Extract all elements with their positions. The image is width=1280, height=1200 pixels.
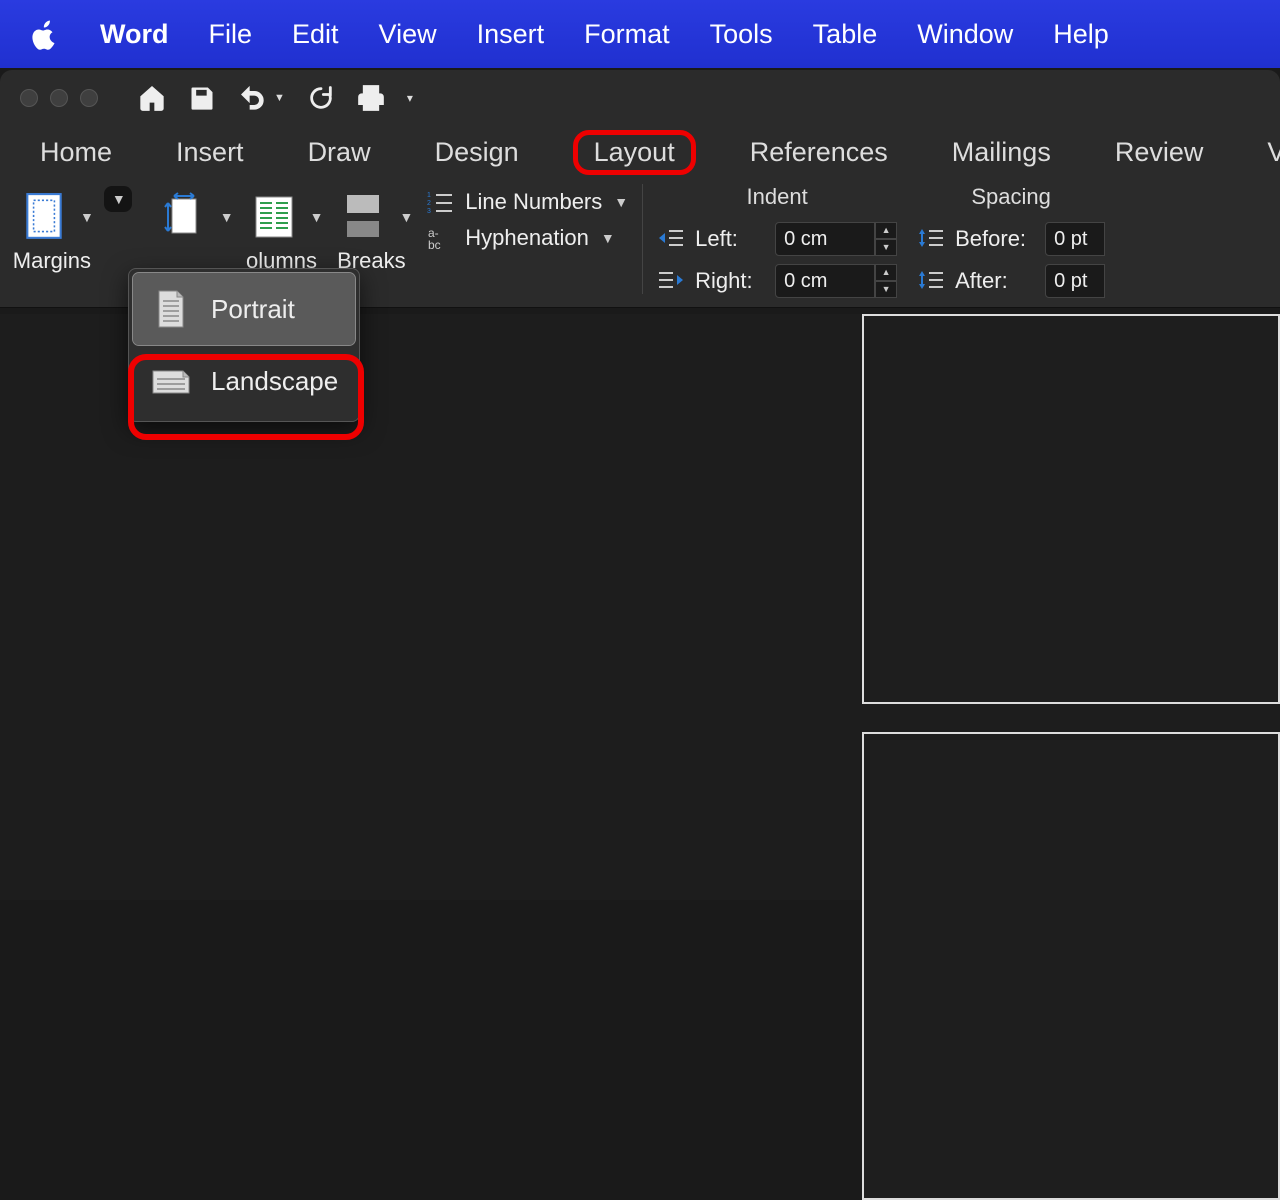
hyphenation-label: Hyphenation xyxy=(465,225,589,251)
tab-design[interactable]: Design xyxy=(425,133,529,172)
spacing-before-icon xyxy=(917,227,945,251)
menubar-app[interactable]: Word xyxy=(100,19,169,50)
ribbon-separator xyxy=(642,184,643,294)
orientation-landscape-item[interactable]: Landscape xyxy=(133,345,355,417)
indent-right-up[interactable]: ▲ xyxy=(875,264,897,281)
menubar-edit[interactable]: Edit xyxy=(292,19,339,50)
breaks-icon xyxy=(337,190,389,244)
indent-right-input[interactable]: ▲▼ xyxy=(775,264,897,298)
tab-home[interactable]: Home xyxy=(30,133,122,172)
minimize-window-icon[interactable] xyxy=(50,89,68,107)
menubar-help[interactable]: Help xyxy=(1053,19,1109,50)
indent-right-icon xyxy=(657,269,685,293)
line-numbers-dropdown-icon[interactable]: ▼ xyxy=(614,194,628,210)
zoom-window-icon[interactable] xyxy=(80,89,98,107)
indent-left-label: Left: xyxy=(695,226,765,252)
apple-logo-icon[interactable] xyxy=(30,16,60,52)
spacing-title: Spacing xyxy=(917,184,1105,210)
macos-menubar: Word File Edit View Insert Format Tools … xyxy=(0,0,1280,68)
orientation-landscape-label: Landscape xyxy=(211,366,338,397)
document-page-1[interactable] xyxy=(862,314,1280,704)
indent-left-input[interactable]: ▲▼ xyxy=(775,222,897,256)
paragraph-group: Indent Left: ▲▼ Right: ▲▼ Spacing xyxy=(657,184,1105,298)
repeat-icon[interactable] xyxy=(307,84,335,112)
breaks-dropdown-icon[interactable]: ▼ xyxy=(399,209,413,225)
line-numbers-button[interactable]: 123 Line Numbers ▼ xyxy=(425,188,628,216)
columns-button[interactable] xyxy=(240,186,308,248)
indent-left-up[interactable]: ▲ xyxy=(875,222,897,239)
orientation-portrait-item[interactable]: Portrait xyxy=(133,273,355,345)
menubar-window[interactable]: Window xyxy=(917,19,1013,50)
customize-qat-icon[interactable]: ▾ xyxy=(407,91,413,105)
close-window-icon[interactable] xyxy=(20,89,38,107)
tab-review[interactable]: Review xyxy=(1105,133,1214,172)
menubar-file[interactable]: File xyxy=(209,19,253,50)
indent-left-down[interactable]: ▼ xyxy=(875,239,897,256)
svg-text:2: 2 xyxy=(427,200,431,207)
tab-mailings[interactable]: Mailings xyxy=(942,133,1061,172)
indent-left-field[interactable] xyxy=(775,222,875,256)
orientation-button[interactable]: ▼ xyxy=(104,186,132,212)
indent-right-label: Right: xyxy=(695,268,765,294)
portrait-page-icon xyxy=(149,287,193,331)
hyphenation-icon: a-bc xyxy=(425,224,455,252)
spacing-after-icon xyxy=(917,269,945,293)
hyphenation-button[interactable]: a-bc Hyphenation ▼ xyxy=(425,224,628,252)
indent-right-field[interactable] xyxy=(775,264,875,298)
spacing-after-field[interactable] xyxy=(1045,264,1105,298)
tab-insert[interactable]: Insert xyxy=(166,133,254,172)
spacing-before-label: Before: xyxy=(955,226,1035,252)
indent-title: Indent xyxy=(657,184,897,210)
tab-draw[interactable]: Draw xyxy=(298,133,381,172)
margins-dropdown-icon[interactable]: ▼ xyxy=(80,209,94,225)
window-titlebar: ▼ ▾ xyxy=(0,70,1280,126)
size-icon xyxy=(158,190,210,244)
tab-layout[interactable]: Layout xyxy=(573,130,696,175)
orientation-dropdown-icon[interactable]: ▼ xyxy=(112,191,126,207)
spacing-before-input[interactable] xyxy=(1045,222,1105,256)
svg-text:bc: bc xyxy=(428,238,441,251)
menubar-table[interactable]: Table xyxy=(813,19,878,50)
ribbon-tabs: Home Insert Draw Design Layout Reference… xyxy=(0,126,1280,178)
columns-dropdown-icon[interactable]: ▼ xyxy=(310,209,324,225)
undo-icon[interactable] xyxy=(238,84,266,112)
indent-right-down[interactable]: ▼ xyxy=(875,281,897,298)
save-icon[interactable] xyxy=(188,84,216,112)
margins-button[interactable] xyxy=(10,186,78,248)
tab-view[interactable]: View xyxy=(1257,133,1280,172)
orientation-menu: Portrait Landscape xyxy=(128,268,360,422)
menubar-view[interactable]: View xyxy=(379,19,437,50)
breaks-button[interactable] xyxy=(329,186,397,248)
line-numbers-label: Line Numbers xyxy=(465,189,602,215)
svg-text:3: 3 xyxy=(427,208,431,215)
spacing-before-field[interactable] xyxy=(1045,222,1105,256)
size-dropdown-icon[interactable]: ▼ xyxy=(220,209,234,225)
spacing-after-label: After: xyxy=(955,268,1035,294)
margins-label: Margins xyxy=(13,248,91,274)
size-button[interactable] xyxy=(150,186,218,248)
menubar-tools[interactable]: Tools xyxy=(710,19,773,50)
hyphenation-dropdown-icon[interactable]: ▼ xyxy=(601,230,615,246)
margins-icon xyxy=(18,190,70,244)
tab-references[interactable]: References xyxy=(740,133,898,172)
orientation-portrait-label: Portrait xyxy=(211,294,295,325)
spacing-after-input[interactable] xyxy=(1045,264,1105,298)
landscape-page-icon xyxy=(149,359,193,403)
home-icon[interactable] xyxy=(138,84,166,112)
menubar-insert[interactable]: Insert xyxy=(477,19,545,50)
undo-dropdown-icon[interactable]: ▼ xyxy=(274,92,285,104)
document-page-2[interactable] xyxy=(862,732,1280,1200)
menubar-format[interactable]: Format xyxy=(584,19,670,50)
indent-left-icon xyxy=(657,227,685,251)
columns-icon xyxy=(248,190,300,244)
window-traffic-lights[interactable] xyxy=(20,89,98,107)
svg-text:1: 1 xyxy=(427,192,431,199)
print-icon[interactable] xyxy=(357,84,385,112)
line-numbers-icon: 123 xyxy=(425,188,455,216)
